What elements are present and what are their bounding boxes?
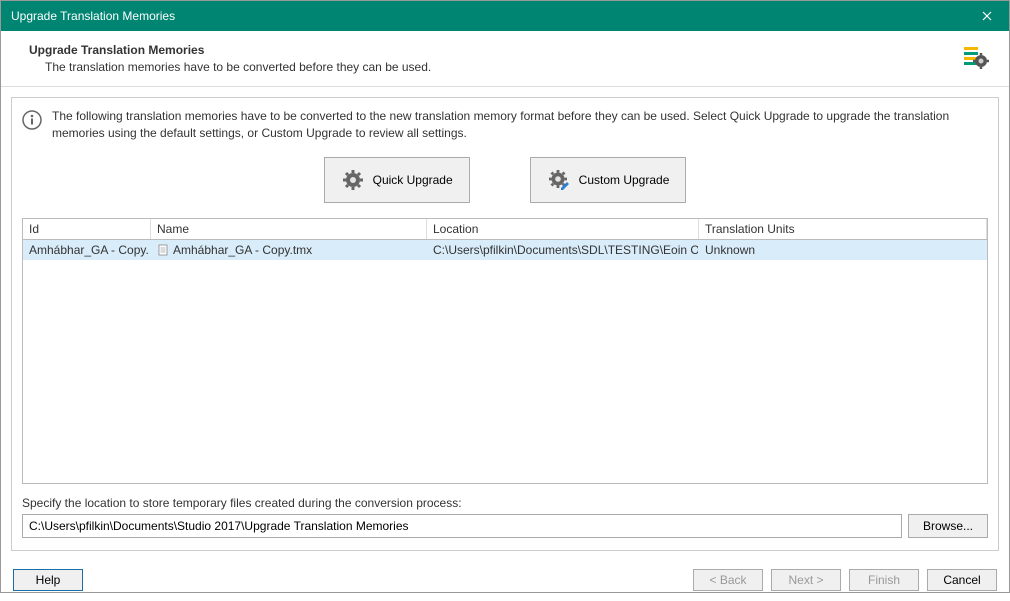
table-header: Id Name Location Translation Units xyxy=(23,219,987,240)
tm-table: Id Name Location Translation Units Amháb… xyxy=(22,218,988,484)
page-subtitle: The translation memories have to be conv… xyxy=(45,60,961,74)
page-title: Upgrade Translation Memories xyxy=(29,43,961,57)
next-button[interactable]: Next > xyxy=(771,569,841,591)
col-units-header[interactable]: Translation Units xyxy=(699,219,987,239)
col-id-header[interactable]: Id xyxy=(23,219,151,239)
col-name-header[interactable]: Name xyxy=(151,219,427,239)
finish-button[interactable]: Finish xyxy=(849,569,919,591)
file-icon xyxy=(157,244,169,256)
cancel-button[interactable]: Cancel xyxy=(927,569,997,591)
cell-units: Unknown xyxy=(699,240,987,260)
info-icon xyxy=(22,110,42,130)
info-text: The following translation memories have … xyxy=(52,108,988,142)
titlebar: Upgrade Translation Memories xyxy=(1,1,1009,31)
quick-upgrade-label: Quick Upgrade xyxy=(373,173,453,187)
back-button[interactable]: < Back xyxy=(693,569,763,591)
gear-icon xyxy=(341,168,365,192)
location-input[interactable] xyxy=(22,514,902,538)
custom-upgrade-label: Custom Upgrade xyxy=(579,173,670,187)
info-row: The following translation memories have … xyxy=(22,108,988,142)
close-icon xyxy=(982,11,992,21)
cell-location: C:\Users\pfilkin\Documents\SDL\TESTING\E… xyxy=(427,240,699,260)
tm-gear-icon xyxy=(961,43,989,71)
main-panel: The following translation memories have … xyxy=(11,97,999,551)
browse-button[interactable]: Browse... xyxy=(908,514,988,538)
cell-name: Amhábhar_GA - Copy.tmx xyxy=(151,240,427,260)
help-button[interactable]: Help xyxy=(13,569,83,591)
button-row: Quick Upgrade Custom Upgrade xyxy=(22,157,988,203)
cell-id: Amhábhar_GA - Copy... xyxy=(23,240,151,260)
col-location-header[interactable]: Location xyxy=(427,219,699,239)
cell-name-text: Amhábhar_GA - Copy.tmx xyxy=(173,243,312,257)
table-row[interactable]: Amhábhar_GA - Copy... Amhábhar_GA - Copy… xyxy=(23,240,987,260)
table-body: Amhábhar_GA - Copy... Amhábhar_GA - Copy… xyxy=(23,240,987,483)
location-label: Specify the location to store temporary … xyxy=(22,496,988,510)
location-row: Browse... xyxy=(22,514,988,538)
window-title: Upgrade Translation Memories xyxy=(11,9,175,23)
header-section: Upgrade Translation Memories The transla… xyxy=(1,31,1009,87)
gear-pencil-icon xyxy=(547,168,571,192)
custom-upgrade-button[interactable]: Custom Upgrade xyxy=(530,157,687,203)
quick-upgrade-button[interactable]: Quick Upgrade xyxy=(324,157,470,203)
footer: Help < Back Next > Finish Cancel xyxy=(1,561,1009,601)
close-button[interactable] xyxy=(964,1,1009,31)
